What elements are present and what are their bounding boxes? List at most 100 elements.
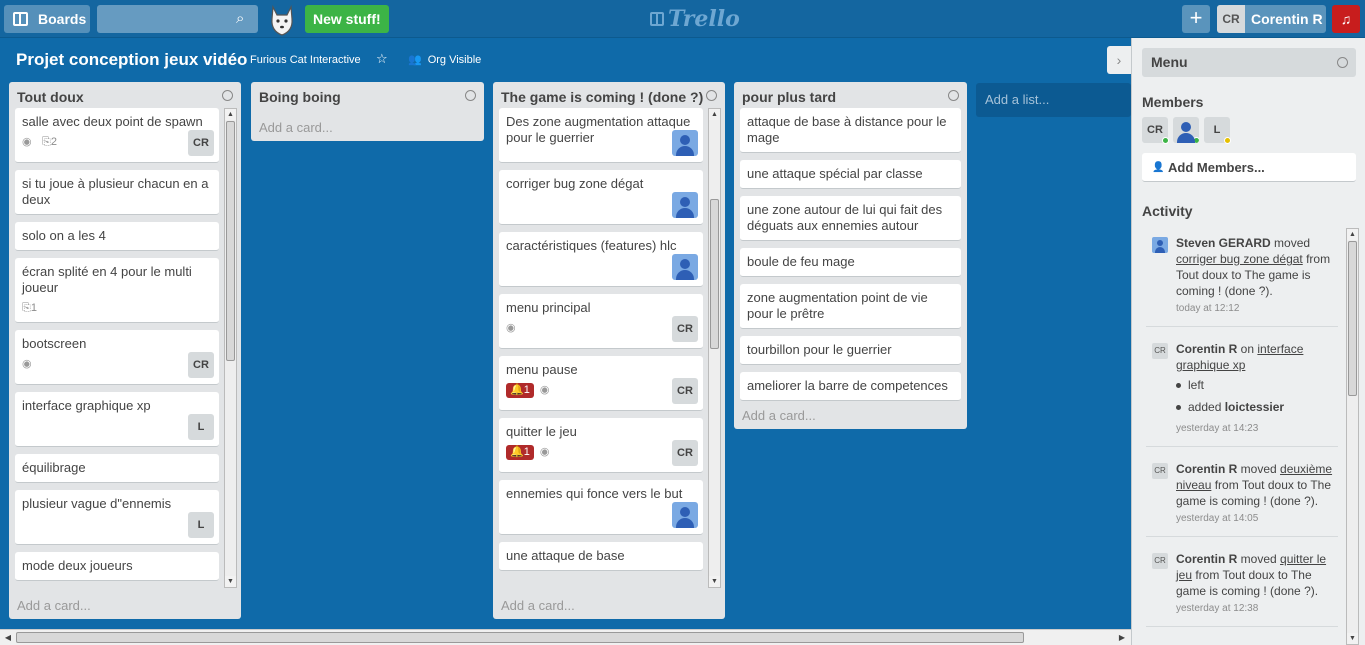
card-member-avatar[interactable]: L xyxy=(188,512,214,538)
card[interactable]: ennemies qui fonce vers le but xyxy=(499,480,703,535)
menu-settings-icon[interactable] xyxy=(1337,57,1348,68)
scroll-up-arrow-icon[interactable]: ▲ xyxy=(225,109,236,120)
card-member-avatar[interactable]: CR xyxy=(188,130,214,156)
list-menu-icon[interactable] xyxy=(706,90,717,101)
new-stuff-button[interactable]: New stuff! xyxy=(305,5,389,33)
list-scrollbar[interactable]: ▲ ▼ xyxy=(708,108,721,588)
card-member-avatar[interactable]: CR xyxy=(672,378,698,404)
scroll-up-arrow-icon[interactable]: ▲ xyxy=(709,109,720,120)
scroll-left-arrow-icon[interactable]: ◀ xyxy=(2,632,14,644)
card[interactable]: salle avec deux point de spawn ◉ ⎘2 CR xyxy=(15,108,219,163)
card[interactable]: interface graphique xp L xyxy=(15,392,219,447)
menu-header: Menu xyxy=(1142,48,1356,77)
collapse-menu-chevron-icon[interactable]: › xyxy=(1107,46,1131,74)
list-title[interactable]: The game is coming ! (done ?) xyxy=(501,89,703,105)
activity-timestamp[interactable]: yesterday at 12:38 xyxy=(1176,601,1338,617)
card[interactable]: attaque de base à distance pour le mage xyxy=(740,108,961,153)
boards-button[interactable]: Boards xyxy=(4,5,90,33)
add-card-link[interactable]: Add a card... xyxy=(259,120,333,135)
card[interactable]: écran splité en 4 pour le multi joueur ⎘1 xyxy=(15,258,219,323)
list-title[interactable]: pour plus tard xyxy=(742,89,836,105)
scroll-thumb[interactable] xyxy=(710,199,719,349)
card-member-avatar[interactable]: L xyxy=(188,414,214,440)
card-title: attaque de base à distance pour le mage xyxy=(747,114,947,145)
card[interactable]: ameliorer la barre de competences xyxy=(740,372,961,401)
card[interactable]: si tu joue à plusieur chacun en a deux xyxy=(15,170,219,215)
card[interactable]: tourbillon pour le guerrier xyxy=(740,336,961,365)
horizontal-scroll-thumb[interactable] xyxy=(16,632,1024,643)
scroll-down-arrow-icon[interactable]: ▼ xyxy=(709,576,720,587)
scroll-down-arrow-icon[interactable]: ▼ xyxy=(225,576,236,587)
trello-logo[interactable]: Trello xyxy=(650,6,740,32)
add-list-input[interactable]: Add a list... xyxy=(976,83,1131,117)
notifications-bell-icon[interactable]: ♫ xyxy=(1332,5,1360,33)
card[interactable]: corriger bug zone dégat xyxy=(499,170,703,225)
scroll-right-arrow-icon[interactable]: ▶ xyxy=(1116,632,1128,644)
card[interactable]: zone augmentation point de vie pour le p… xyxy=(740,284,961,329)
activity-scrollbar[interactable]: ▲ ▼ xyxy=(1346,228,1359,645)
card-member-avatar[interactable]: CR xyxy=(672,316,698,342)
add-members-button[interactable]: 👤 Add Members... xyxy=(1142,153,1356,182)
search-icon[interactable]: ⌕ xyxy=(236,10,254,28)
list-menu-icon[interactable] xyxy=(948,90,959,101)
add-button[interactable]: + xyxy=(1182,5,1210,33)
card[interactable]: une attaque spécial par classe xyxy=(740,160,961,189)
card[interactable]: une zone autour de lui qui fait des dégu… xyxy=(740,196,961,241)
user-menu-button[interactable]: CR Corentin R xyxy=(1217,5,1326,33)
activity-card-link[interactable]: corriger bug zone dégat xyxy=(1176,252,1303,266)
activity-avatar[interactable]: CR xyxy=(1152,553,1168,569)
card[interactable]: quitter le jeu 🔔1 ◉ CR xyxy=(499,418,703,473)
card-member-avatar[interactable] xyxy=(672,502,698,528)
card[interactable]: mode deux joueurs xyxy=(15,552,219,581)
card-member-avatar[interactable] xyxy=(672,254,698,280)
list-menu-icon[interactable] xyxy=(465,90,476,101)
card-member-avatar[interactable] xyxy=(672,130,698,156)
activity-user[interactable]: Corentin R xyxy=(1176,462,1237,476)
list-scrollbar[interactable]: ▲ ▼ xyxy=(224,108,237,588)
card[interactable]: bootscreen ◉ CR xyxy=(15,330,219,385)
card[interactable]: boule de feu mage xyxy=(740,248,961,277)
paperclip-icon: ⎘ xyxy=(22,302,31,314)
scroll-up-arrow-icon[interactable]: ▲ xyxy=(1347,229,1358,240)
horizontal-scrollbar[interactable]: ◀ ▶ xyxy=(0,629,1131,645)
list-menu-icon[interactable] xyxy=(222,90,233,101)
card-member-avatar[interactable]: CR xyxy=(188,352,214,378)
scroll-down-arrow-icon[interactable]: ▼ xyxy=(1347,633,1358,644)
activity-user[interactable]: Corentin R xyxy=(1176,342,1237,356)
card[interactable]: une attaque de base xyxy=(499,542,703,571)
activity-timestamp[interactable]: yesterday at 14:05 xyxy=(1176,511,1338,527)
card[interactable]: menu principal ◉ CR xyxy=(499,294,703,349)
activity-avatar[interactable]: CR xyxy=(1152,463,1168,479)
card-badges: ◉ ⎘2 xyxy=(22,134,212,150)
card[interactable]: solo on a les 4 xyxy=(15,222,219,251)
member-avatar[interactable]: L xyxy=(1204,117,1231,144)
activity-timestamp[interactable]: yesterday at 14:23 xyxy=(1176,421,1338,437)
search-input[interactable] xyxy=(97,5,258,33)
activity-avatar[interactable]: CR xyxy=(1152,343,1168,359)
board-org-name[interactable]: Furious Cat Interactive xyxy=(250,52,361,68)
scroll-thumb[interactable] xyxy=(226,121,235,361)
list-title[interactable]: Tout doux xyxy=(17,89,84,105)
add-card-link[interactable]: Add a card... xyxy=(17,598,91,613)
member-avatar[interactable] xyxy=(1173,117,1199,143)
member-avatar[interactable]: CR xyxy=(1142,117,1169,144)
activity-user[interactable]: Steven GERARD xyxy=(1176,236,1271,250)
card[interactable]: Des zone augmentation attaque pour le gu… xyxy=(499,108,703,163)
board-title[interactable]: Projet conception jeux vidéo xyxy=(16,48,247,72)
card[interactable]: équilibrage xyxy=(15,454,219,483)
activity-username[interactable]: loictessier xyxy=(1225,400,1284,414)
activity-timestamp[interactable]: today at 12:12 xyxy=(1176,301,1338,317)
list-title[interactable]: Boing boing xyxy=(259,89,341,105)
card[interactable]: menu pause 🔔1 ◉ CR xyxy=(499,356,703,411)
card[interactable]: caractéristiques (features) hlc xyxy=(499,232,703,287)
activity-avatar[interactable] xyxy=(1152,237,1168,253)
star-icon[interactable]: ☆ xyxy=(376,51,388,67)
activity-user[interactable]: Corentin R xyxy=(1176,552,1237,566)
add-card-link[interactable]: Add a card... xyxy=(501,598,575,613)
card-member-avatar[interactable] xyxy=(672,192,698,218)
card[interactable]: plusieur vague d"ennemis L xyxy=(15,490,219,545)
card-member-avatar[interactable]: CR xyxy=(672,440,698,466)
scroll-thumb[interactable] xyxy=(1348,241,1357,396)
add-card-link[interactable]: Add a card... xyxy=(742,408,816,423)
visibility-button[interactable]: 👥 Org Visible xyxy=(408,52,481,68)
